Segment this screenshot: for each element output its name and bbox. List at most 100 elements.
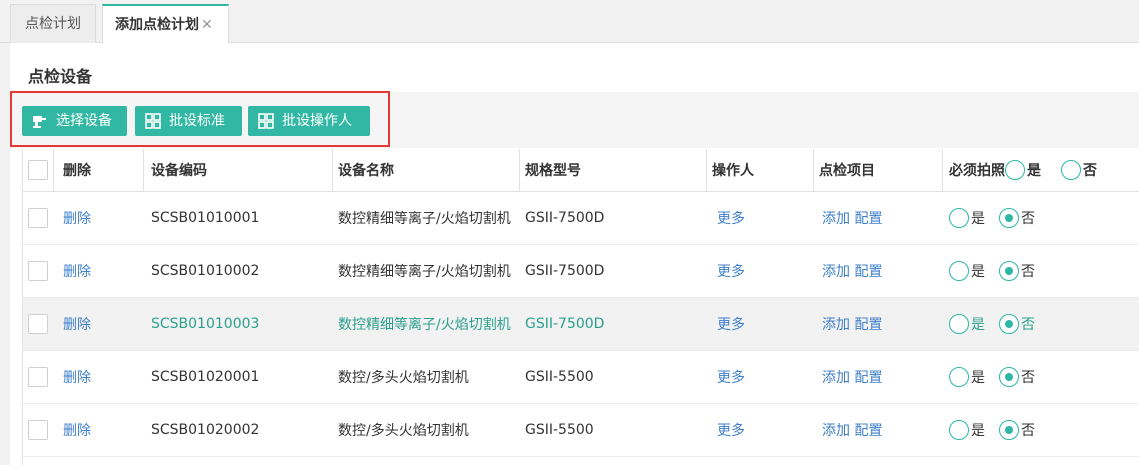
row-config-link[interactable]: 配置	[854, 261, 882, 281]
header-code: 设备编码	[151, 163, 207, 179]
close-icon[interactable]: ✕	[201, 6, 213, 44]
row-add-link[interactable]: 添加	[822, 420, 850, 440]
row-radio-no[interactable]	[999, 208, 1019, 228]
row-checkbox[interactable]	[28, 367, 48, 387]
column-divider	[706, 149, 707, 192]
row-operator-more-link[interactable]: 更多	[717, 298, 807, 350]
tab-inspection-plan[interactable]: 点检计划	[10, 4, 96, 43]
header-items: 点检项目	[819, 163, 875, 179]
row-photo-cell: 是 否	[949, 245, 1139, 297]
row-radio-yes-label: 是	[971, 211, 985, 227]
row-radio-no-label: 否	[1021, 370, 1035, 386]
header-photo: 必须拍照 是 否	[949, 149, 1139, 191]
device-icon	[33, 116, 46, 128]
row-checkbox-cell	[28, 351, 52, 403]
row-delete-link[interactable]: 删除	[63, 298, 143, 350]
row-spec: GSII-5500	[525, 422, 594, 438]
row-code: SCSB01010003	[151, 316, 260, 332]
row-radio-yes-label: 是	[971, 370, 985, 386]
table-row: 删除 SCSB01010002 数控精细等离子/火焰切割机 GSII-7500D…	[23, 245, 1139, 298]
header-spec: 规格型号	[525, 163, 581, 179]
select-all-cell	[28, 149, 52, 191]
grid-icon	[145, 113, 161, 129]
row-delete-link[interactable]: 删除	[63, 404, 143, 456]
row-radio-no[interactable]	[999, 420, 1019, 440]
device-table: 删除 设备编码 设备名称 规格型号 操作人 点检项目 必须拍照 是 否 删除 S…	[22, 149, 1139, 465]
row-config-link[interactable]: 配置	[854, 208, 882, 228]
row-checkbox-cell	[28, 404, 52, 456]
row-items-cell: 添加 配置	[822, 192, 942, 244]
row-config-link[interactable]: 配置	[854, 314, 882, 334]
row-add-link[interactable]: 添加	[822, 367, 850, 387]
tab-label: 点检计划	[25, 16, 81, 32]
column-divider	[942, 149, 943, 192]
row-operator-more-link[interactable]: 更多	[717, 351, 807, 403]
select-device-button[interactable]: 选择设备	[22, 106, 127, 136]
row-checkbox-cell	[28, 298, 52, 350]
row-radio-no[interactable]	[999, 367, 1019, 387]
row-checkbox[interactable]	[28, 314, 48, 334]
row-checkbox-cell	[28, 245, 52, 297]
row-checkbox[interactable]	[28, 420, 48, 440]
row-radio-no[interactable]	[999, 261, 1019, 281]
row-name: 数控精细等离子/火焰切割机	[338, 317, 511, 333]
row-operator-more-link[interactable]: 更多	[717, 192, 807, 244]
row-photo-cell: 是 否	[949, 298, 1139, 350]
row-name: 数控/多头火焰切割机	[338, 423, 469, 439]
row-items-cell: 添加 配置	[822, 404, 942, 456]
row-config-link[interactable]: 配置	[854, 367, 882, 387]
row-items-cell: 添加 配置	[822, 351, 942, 403]
row-config-link[interactable]: 配置	[854, 420, 882, 440]
row-checkbox-cell	[28, 192, 52, 244]
row-radio-no-label: 否	[1021, 264, 1035, 280]
row-delete-link[interactable]: 删除	[63, 351, 143, 403]
row-add-link[interactable]: 添加	[822, 261, 850, 281]
row-add-link[interactable]: 添加	[822, 208, 850, 228]
tab-add-inspection-plan[interactable]: 添加点检计划 ✕	[102, 4, 229, 44]
header-name: 设备名称	[338, 163, 394, 179]
row-radio-yes-label: 是	[971, 317, 985, 333]
grid-icon	[258, 113, 274, 129]
row-code: SCSB01020002	[151, 422, 260, 438]
row-name: 数控精细等离子/火焰切割机	[338, 264, 511, 280]
row-operator-more-link[interactable]: 更多	[717, 404, 807, 456]
row-operator-more-link[interactable]: 更多	[717, 245, 807, 297]
row-delete-link[interactable]: 删除	[63, 245, 143, 297]
row-radio-yes[interactable]	[949, 208, 969, 228]
column-divider	[143, 149, 144, 192]
row-add-link[interactable]: 添加	[822, 314, 850, 334]
header-operator: 操作人	[712, 163, 754, 179]
row-radio-yes[interactable]	[949, 314, 969, 334]
row-photo-cell: 是 否	[949, 404, 1139, 456]
row-name: 数控精细等离子/火焰切割机	[338, 211, 511, 227]
row-spec: GSII-7500D	[525, 316, 605, 332]
row-checkbox[interactable]	[28, 208, 48, 228]
column-divider	[519, 149, 520, 192]
header-radio-yes[interactable]	[1005, 160, 1025, 180]
header-radio-no[interactable]	[1061, 160, 1081, 180]
header-radio-yes-label: 是	[1027, 163, 1041, 179]
row-code: SCSB01020001	[151, 369, 260, 385]
row-radio-no-label: 否	[1021, 211, 1035, 227]
row-radio-no[interactable]	[999, 314, 1019, 334]
select-all-checkbox[interactable]	[28, 160, 48, 180]
row-radio-yes[interactable]	[949, 420, 969, 440]
header-radio-no-label: 否	[1083, 163, 1097, 179]
row-radio-yes-label: 是	[971, 264, 985, 280]
column-divider	[53, 149, 54, 192]
row-checkbox[interactable]	[28, 261, 48, 281]
row-radio-yes[interactable]	[949, 367, 969, 387]
row-code: SCSB01010002	[151, 263, 260, 279]
row-items-cell: 添加 配置	[822, 245, 942, 297]
tab-bar: 点检计划 添加点检计划 ✕	[0, 0, 1139, 44]
row-radio-no-label: 否	[1021, 317, 1035, 333]
button-label: 选择设备	[56, 113, 112, 129]
table-row: 删除 SCSB01020001 数控/多头火焰切割机 GSII-5500 更多 …	[23, 351, 1139, 404]
table-row-hovered: 删除 SCSB01010003 数控精细等离子/火焰切割机 GSII-7500D…	[23, 298, 1139, 351]
batch-operator-button[interactable]: 批设操作人	[248, 106, 370, 136]
batch-standard-button[interactable]: 批设标准	[135, 106, 242, 136]
main-panel: 点检设备 选择设备 批设标准 批设操作人 删除 设备编码 设备名称 规格型号 操…	[10, 43, 1139, 465]
row-items-cell: 添加 配置	[822, 298, 942, 350]
row-delete-link[interactable]: 删除	[63, 192, 143, 244]
row-radio-yes[interactable]	[949, 261, 969, 281]
